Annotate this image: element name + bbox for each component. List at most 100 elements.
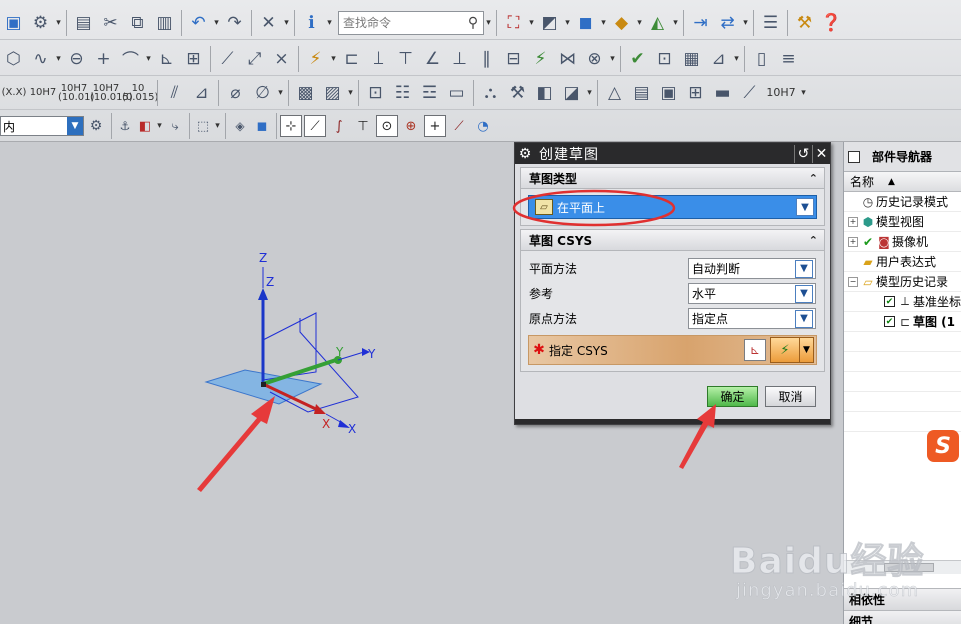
diameter-icon[interactable]: ⌀ — [222, 79, 249, 106]
sketch-constraint-icon[interactable]: ⊏ — [338, 45, 365, 72]
sketch-type-group-header[interactable]: 草图类型 ⌃ — [520, 167, 825, 189]
chevron-down-icon[interactable]: ▾ — [54, 54, 63, 64]
csys-type-button[interactable]: ⚡ ▼ — [770, 337, 814, 363]
chevron-down-icon[interactable]: ▼ — [800, 337, 814, 363]
chevron-down-icon[interactable]: ▾ — [741, 18, 750, 28]
tolerance-label[interactable]: 10H7 — [28, 88, 58, 98]
select-all-icon[interactable]: ⚙ — [84, 113, 108, 140]
shaded-cube-icon[interactable]: ◼ — [572, 9, 599, 36]
snap-point-icon[interactable]: + — [424, 115, 446, 137]
sort-ascending-icon[interactable]: ▲ — [888, 177, 895, 187]
chevron-down-icon[interactable]: ▾ — [212, 18, 221, 28]
feature-block-icon[interactable]: ▩ — [292, 79, 319, 106]
drawing-sheet-icon[interactable]: ▤ — [628, 79, 655, 106]
snap-center-icon[interactable]: ⊙ — [376, 115, 398, 137]
feature-group-icon[interactable]: ▨ — [319, 79, 346, 106]
perpendicular-icon[interactable]: ⊥ — [446, 45, 473, 72]
chevron-down-icon[interactable]: ▾ — [155, 121, 164, 131]
table-icon[interactable]: ☰ — [757, 9, 784, 36]
save-icon[interactable]: ▤ — [70, 9, 97, 36]
origin-method-select[interactable]: 指定点 ▼ — [688, 308, 816, 329]
inspect-icon[interactable]: ⊡ — [651, 45, 678, 72]
spline-icon[interactable]: ∿ — [27, 45, 54, 72]
selection-filter-select[interactable]: 内 ▼ — [0, 116, 84, 136]
chevron-down-icon[interactable]: ▾ — [484, 18, 493, 28]
chevron-down-icon[interactable]: ▾ — [282, 18, 291, 28]
select-body-icon[interactable]: ◈ — [229, 113, 251, 140]
section-icon[interactable]: ⊞ — [682, 79, 709, 106]
layers-icon[interactable]: ☲ — [416, 79, 443, 106]
chevron-down-icon[interactable]: ▾ — [213, 121, 222, 131]
analysis-icon[interactable]: ⊿ — [705, 45, 732, 72]
collapse-icon[interactable]: ⌃ — [809, 234, 818, 247]
profile-icon[interactable]: ⌒ — [117, 45, 144, 72]
point-icon[interactable]: + — [90, 45, 117, 72]
sketch-csys-group-header[interactable]: 草图 CSYS ⌃ — [520, 229, 825, 251]
surface-finish-icon[interactable]: ⊿ — [188, 79, 215, 106]
database-icon[interactable]: ▯ — [748, 45, 775, 72]
note-icon[interactable]: ⫽ — [161, 79, 188, 106]
corner-icon[interactable]: ⨯ — [268, 45, 295, 72]
tolerance-label[interactable]: 10H7 (10.015) — [90, 83, 133, 102]
render-style-icon[interactable]: ◩ — [536, 9, 563, 36]
paste-icon[interactable]: ▥ — [151, 9, 178, 36]
extend-icon[interactable]: ⤢ — [241, 45, 268, 72]
horizontal-icon[interactable]: ⊤ — [392, 45, 419, 72]
chevron-down-icon[interactable]: ▾ — [799, 88, 808, 98]
offset-icon[interactable]: ⊞ — [180, 45, 207, 72]
csys-dialog-icon[interactable]: ⊾ — [744, 339, 766, 361]
chevron-down-icon[interactable]: ▼ — [795, 259, 813, 278]
check-sketch-icon[interactable]: ✔ — [624, 45, 651, 72]
command-search-input[interactable]: 查找命令 ⚲ — [338, 10, 484, 35]
quick-trim-icon[interactable]: ⟋ — [214, 45, 241, 72]
mirror-icon[interactable]: ⇄ — [714, 9, 741, 36]
sketch-type-select[interactable]: ▱ 在平面上 ▼ — [528, 195, 817, 219]
list-icon[interactable]: ≡ — [775, 45, 802, 72]
detail-icon[interactable]: ▬ — [709, 79, 736, 106]
chevron-down-icon[interactable]: ▾ — [276, 88, 285, 98]
info-icon[interactable]: ℹ — [298, 9, 325, 36]
chevron-down-icon[interactable]: ▼ — [796, 198, 814, 216]
chevron-down-icon[interactable]: ▾ — [346, 88, 355, 98]
chevron-down-icon[interactable]: ▾ — [54, 18, 63, 28]
tolerance-label[interactable]: 10H7 (10.01) — [58, 83, 94, 102]
delete-icon[interactable]: ✕ — [255, 9, 282, 36]
checkbox-checked-icon[interactable]: ✔ — [884, 296, 895, 307]
undo-icon[interactable]: ↶ — [185, 9, 212, 36]
select-edge-icon[interactable]: ◧ — [135, 113, 155, 140]
pin-checkbox-icon[interactable] — [848, 150, 860, 163]
chevron-down-icon[interactable]: ▾ — [329, 54, 338, 64]
broom-icon[interactable]: ⟋ — [736, 79, 763, 106]
collapse-icon[interactable]: ⌃ — [809, 172, 818, 185]
snap-quadrant-icon[interactable]: ⊕ — [400, 115, 422, 137]
parallel-icon[interactable]: ∥ — [473, 45, 500, 72]
tolerance-label[interactable]: 10H7 — [763, 87, 799, 98]
chevron-down-icon[interactable]: ▾ — [585, 88, 594, 98]
name-column-header[interactable]: 名称 ▲ — [844, 172, 961, 192]
snap-intersection-icon[interactable]: ⊤ — [352, 115, 374, 137]
plane-method-select[interactable]: 自动判断 ▼ — [688, 258, 816, 279]
midpoint-icon[interactable]: ⋈ — [554, 45, 581, 72]
tree-item[interactable]: + ✔ ◙ 摄像机 — [844, 232, 961, 252]
collapse-icon[interactable]: − — [848, 276, 858, 287]
select-face-icon[interactable]: ⚓ — [115, 113, 135, 140]
cancel-button[interactable]: 取消 — [765, 386, 816, 407]
expand-icon[interactable]: + — [848, 216, 858, 227]
chevron-down-icon[interactable]: ▾ — [608, 54, 617, 64]
chevron-down-icon[interactable]: ▾ — [635, 18, 644, 28]
chevron-down-icon[interactable]: ▾ — [599, 18, 608, 28]
tolerance-label[interactable]: (X.X) — [0, 88, 28, 98]
select-curve-icon[interactable]: ⤷ — [164, 113, 186, 140]
tree-item[interactable]: ▰ 用户表达式 — [844, 252, 961, 272]
expand-icon[interactable]: + — [848, 236, 858, 247]
stack-icon[interactable]: ☷ — [389, 79, 416, 106]
cube-icon[interactable]: ▣ — [0, 9, 27, 36]
ok-button[interactable]: 确定 — [707, 386, 758, 407]
plate-icon[interactable]: ▭ — [443, 79, 470, 106]
ellipse-icon[interactable]: ⊖ — [63, 45, 90, 72]
chevron-down-icon[interactable]: ▾ — [527, 18, 536, 28]
triangle-icon[interactable]: △ — [601, 79, 628, 106]
close-icon[interactable]: ✕ — [812, 144, 830, 163]
snap-on-curve-icon[interactable]: ⟋ — [448, 115, 470, 137]
chevron-down-icon[interactable]: ▼ — [795, 309, 813, 328]
